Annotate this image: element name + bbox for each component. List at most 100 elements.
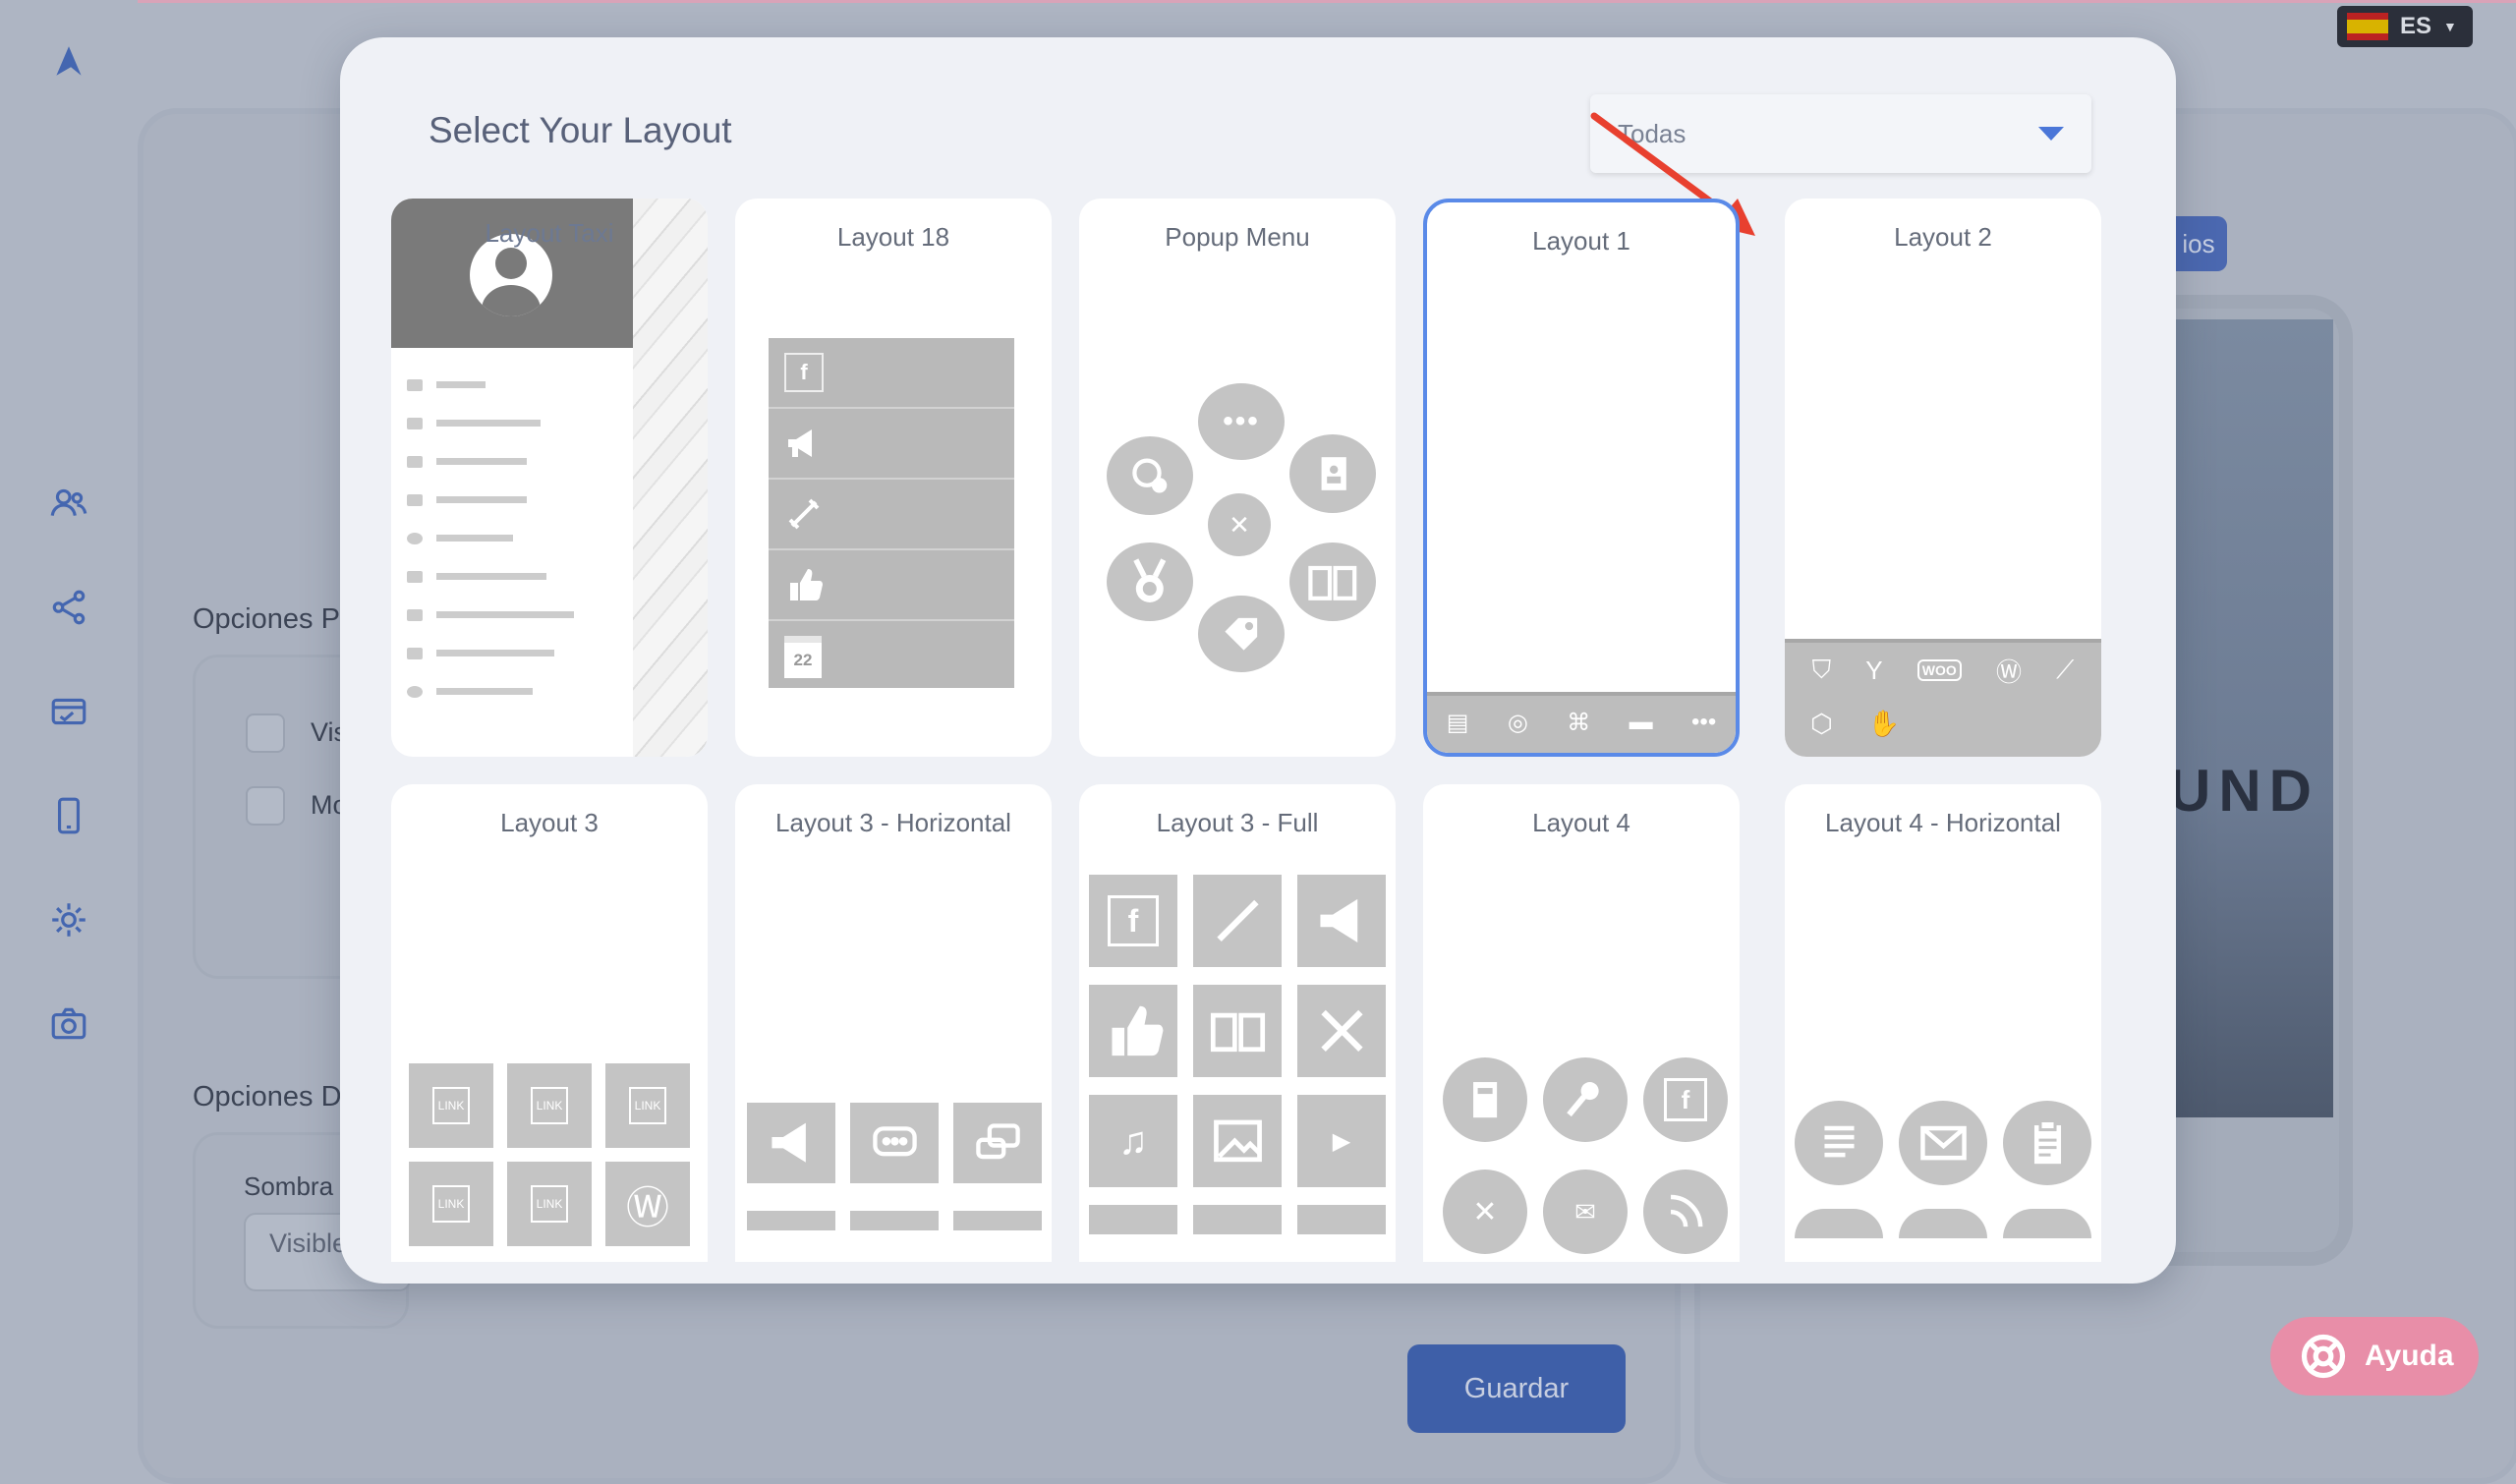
layout-card-4-horizontal[interactable]: Layout 4 - Horizontal [1785,784,2101,1262]
share-icon[interactable] [43,582,94,633]
facebook-icon: f [1089,875,1177,967]
layout-name: Layout 2 [1894,222,1992,252]
translate-icon: ⌘ [1567,709,1591,736]
medal-icon: ✕ [1443,1170,1527,1254]
link-page-icon: LINK [507,1063,592,1148]
layout-name: Popup Menu [1165,222,1310,252]
layout-name: Layout 4 - Horizontal [1825,808,2061,837]
language-code: ES [2400,13,2432,39]
mail-icon: ✉ [1543,1170,1628,1254]
section-title-design: Opciones D [193,1081,342,1113]
tools-icon [1297,985,1386,1077]
gear-icon[interactable] [43,894,94,945]
users-icon[interactable] [43,478,94,529]
card-icon[interactable] [43,686,94,737]
layout-name: Layout 3 - Full [1156,808,1319,837]
layout-card-4[interactable]: Layout 4 f ✕ ✉ [1423,784,1740,1262]
ticket-icon: ▬ [1629,709,1653,735]
language-selector[interactable]: ES ▼ [2337,6,2473,47]
layout-card-3-full[interactable]: Layout 3 - Full f ♫ ▶ [1079,784,1396,1262]
help-label: Ayuda [2365,1340,2454,1372]
close-icon: ✕ [1208,493,1271,556]
microphone-icon [1543,1057,1628,1142]
document-icon: ▤ [1446,709,1469,736]
link-page-icon: LINK [409,1162,493,1246]
phone-preview-text: UND [2168,758,2319,824]
facebook-icon: f [1643,1057,1728,1142]
menu-list [407,366,623,711]
modal-title: Select Your Layout [429,110,732,150]
camera-icon[interactable] [43,999,94,1050]
chevron-down-icon [2038,127,2064,141]
ios-tab[interactable]: ios [2170,216,2227,271]
hand-icon: ✋ [1867,708,1901,738]
layout-name: Layout 4 [1532,808,1630,837]
chevron-down-icon: ▼ [2443,19,2457,34]
support-icon: ◎ [1507,709,1528,736]
megaphone-icon [747,1103,835,1183]
thumbs-up-icon [769,550,1014,621]
megaphone-icon [1297,875,1386,967]
save-button[interactable]: Guardar [1407,1344,1626,1433]
layout-card-3-horizontal[interactable]: Layout 3 - Horizontal [735,784,1052,1262]
visible-checkbox[interactable] [246,713,285,753]
contact-icon [1443,1057,1527,1142]
layout-name: Layout 3 [500,808,599,837]
music-icon: ♫ [1089,1095,1177,1187]
layout-name: Layout 18 [836,222,950,252]
app-logo-icon[interactable] [43,35,94,86]
layout-card-popup-menu[interactable]: Popup Menu ••• ✕ [1079,199,1396,757]
yoast-icon: Y [1865,655,1883,685]
book-icon [1289,542,1376,621]
tag-icon [1198,596,1285,672]
more-icon: ••• [1198,383,1285,460]
layout-grid: Layout Taxi Layout 18 f 22 Popup Menu ••… [391,199,2101,1262]
video-icon: ▶ [1297,1095,1386,1187]
chat-icon [850,1103,939,1183]
layout-name: Layout 1 [1532,226,1630,256]
layout-card-taxi[interactable]: Layout Taxi [391,199,708,757]
magento-icon: ⬡ [1810,708,1833,738]
notes-icon [1795,1101,1883,1185]
bottom-tab-bar: ▤ ◎ ⌘ ▬ ••• [1427,692,1736,753]
help-button[interactable]: Ayuda [2270,1317,2479,1396]
thumbs-up-icon [1089,985,1177,1077]
icon-list: f 22 [769,338,1014,688]
book-icon [1193,985,1282,1077]
megaphone-icon [769,409,1014,480]
top-accent-bar [0,0,2516,3]
more-icon: ••• [1691,709,1717,735]
spain-flag-icon [2347,13,2388,40]
woo-icon: WOO [1916,659,1962,681]
contact-book-icon [1289,434,1376,513]
second-checkbox[interactable] [246,786,285,826]
lifebuoy-icon [2301,1334,2346,1379]
mail-icon [1899,1101,1987,1185]
sidebar [0,0,138,1422]
clipboard-icon [2003,1101,2091,1185]
bottom-icon-grid: ⛉ Y WOO Ⓦ ⟋ ⬡ ✋ [1785,639,2101,757]
link-icon [1193,875,1282,967]
link-icon: ⟋ [2056,655,2075,684]
calendar-icon: 22 [769,621,1014,692]
wordpress-icon: Ⓦ [1995,656,2022,687]
layout-card-3[interactable]: Layout 3 LINK LINK LINK LINK LINK Ⓦ [391,784,708,1262]
image-icon [1193,1095,1282,1187]
shadow-label: Sombra [244,1171,334,1201]
layout-card-2[interactable]: Layout 2 ⛉ Y WOO Ⓦ ⟋ ⬡ ✋ [1785,199,2101,757]
layout-card-1[interactable]: Layout 1 ▤ ◎ ⌘ ▬ ••• [1423,199,1740,757]
medal-icon [1107,542,1193,621]
shopify-icon: ⛉ [1811,655,1832,684]
wordpress-icon: Ⓦ [605,1162,690,1246]
layout-name: Layout 3 - Horizontal [775,808,1011,837]
support-icon [1107,436,1193,515]
facebook-icon: f [769,338,1014,409]
phone-icon[interactable] [43,790,94,841]
layout-name: Layout Taxi [485,218,614,248]
phone-preview-screen [2158,319,2333,1117]
link-page-icon: LINK [409,1063,493,1148]
layout-card-18[interactable]: Layout 18 f 22 [735,199,1052,757]
rss-icon [1643,1170,1728,1254]
select-layout-modal: Select Your Layout Todas Layout Taxi Lay… [340,37,2176,1284]
chat-icon [953,1103,1042,1183]
